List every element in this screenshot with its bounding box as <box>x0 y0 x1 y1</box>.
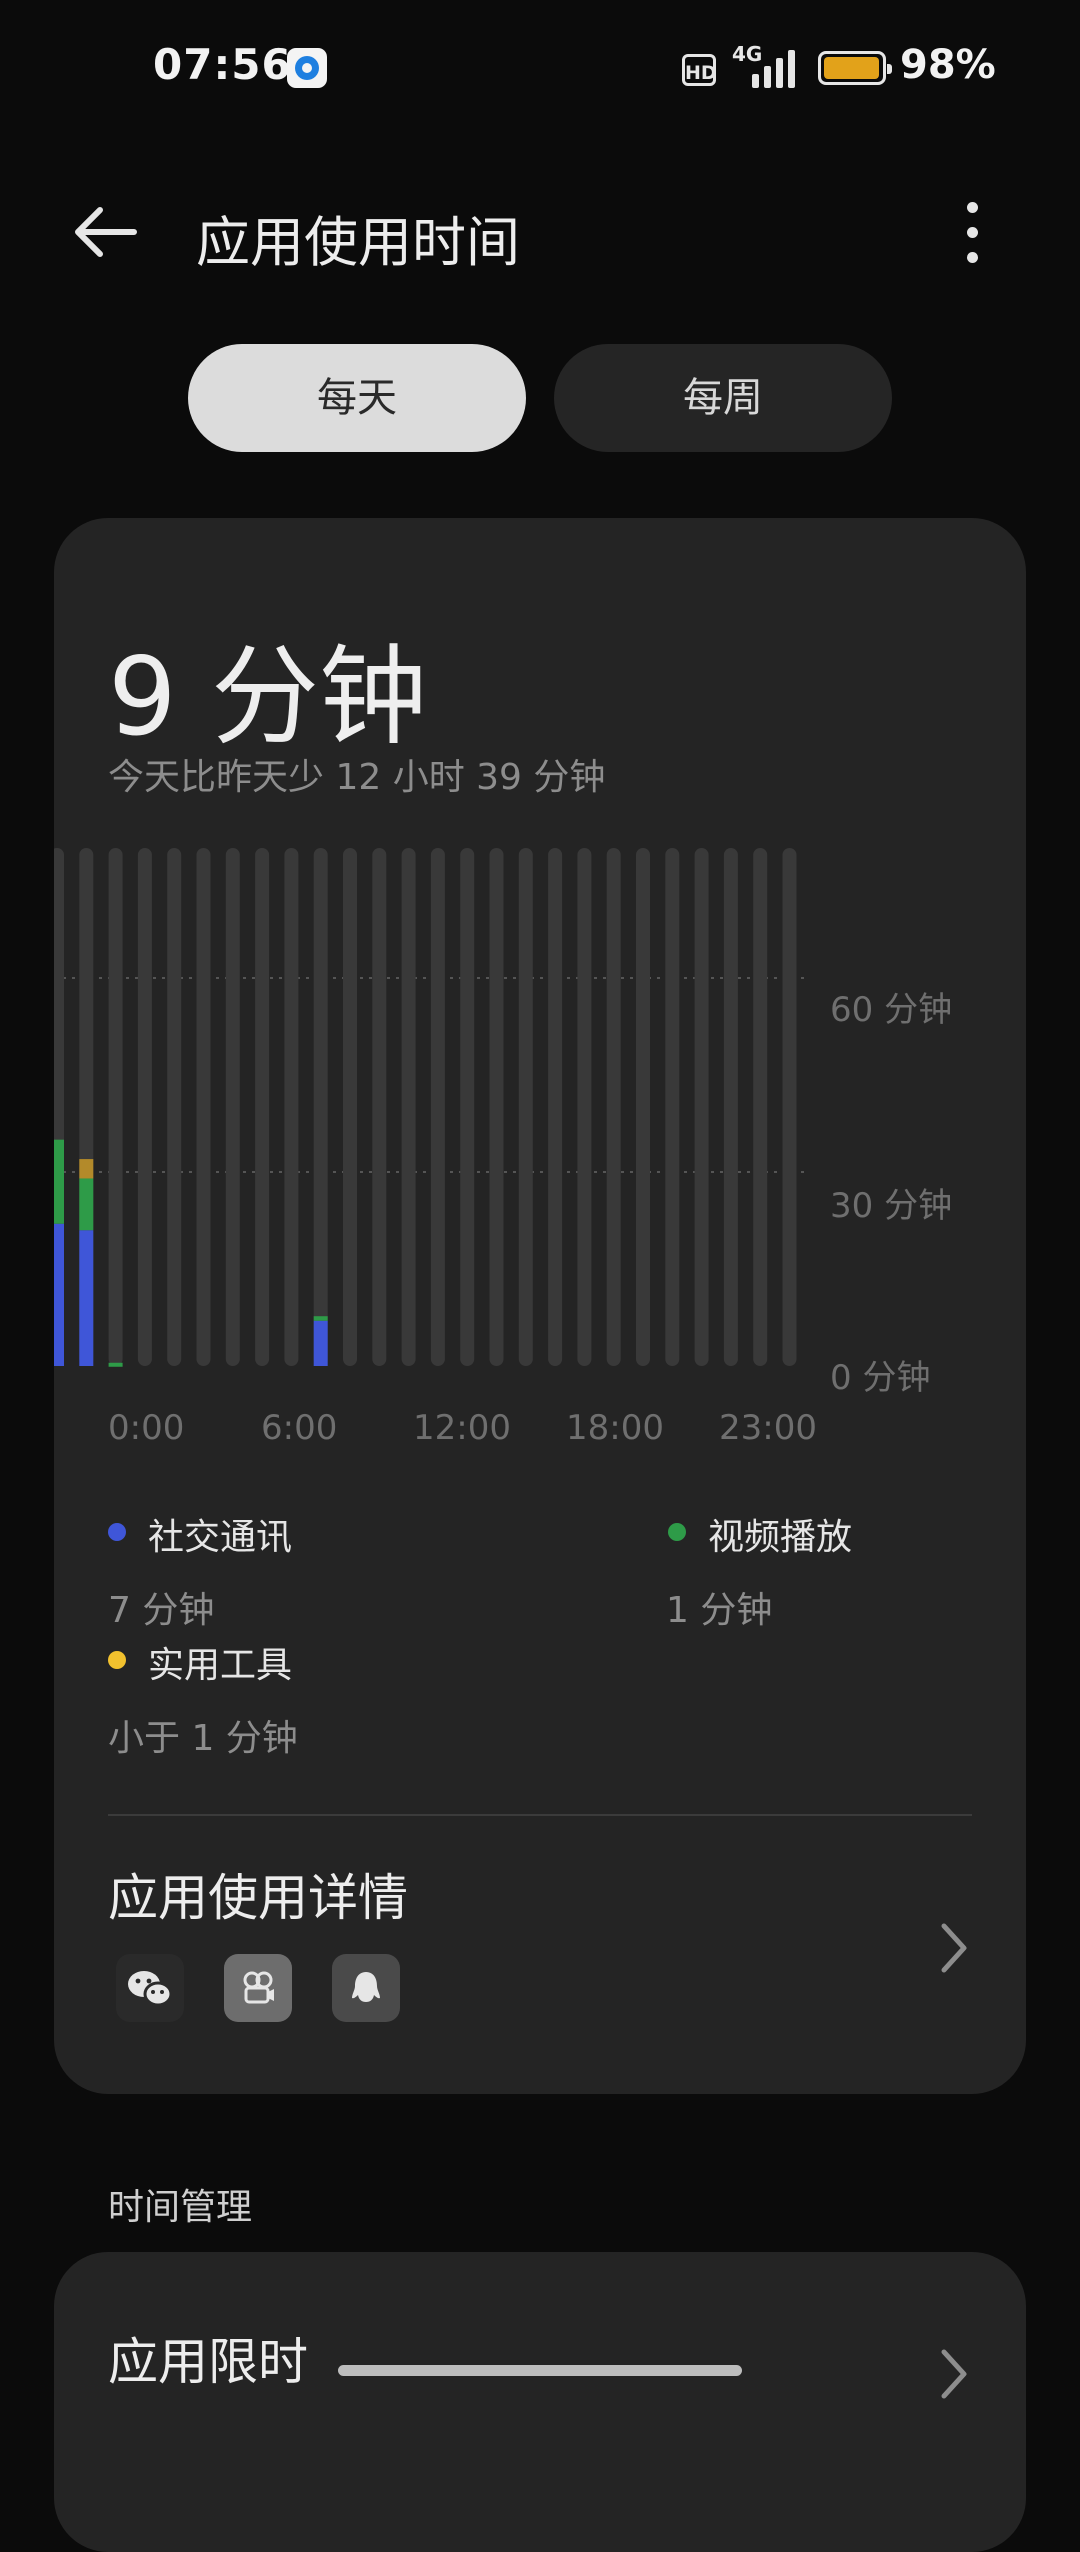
x-tick-label: 0:00 <box>108 1408 185 1448</box>
total-usage-time: 9 分钟 <box>108 635 428 760</box>
bar-track <box>723 848 738 1366</box>
bar-track <box>753 848 768 1366</box>
bar-segment[interactable] <box>54 1223 64 1366</box>
bar-track <box>255 848 270 1366</box>
legend-label-tools: 实用工具 <box>148 1645 293 1686</box>
time-management-section-label: 时间管理 <box>108 2187 253 2228</box>
app-time-limit-card[interactable]: 应用限时 <box>54 2252 1026 2552</box>
more-options-button[interactable] <box>950 200 994 264</box>
app-usage-details-chevron[interactable] <box>934 1918 974 1978</box>
y-tick-label: 30 分钟 <box>830 1186 953 1226</box>
chevron-right-icon <box>941 2349 967 2399</box>
bar-segment[interactable] <box>313 1316 328 1321</box>
bar-track <box>196 848 211 1366</box>
status-bar: 07:56 HD 4G 98% <box>0 0 1080 140</box>
bar-segment[interactable] <box>79 1230 94 1366</box>
page-title: 应用使用时间 <box>196 211 520 274</box>
legend-dot-social <box>108 1523 126 1541</box>
x-tick-label: 23:00 <box>719 1408 817 1448</box>
bar-track <box>489 848 504 1366</box>
x-tick-label: 18:00 <box>566 1408 664 1448</box>
app-usage-details-title[interactable]: 应用使用详情 <box>108 1858 408 1930</box>
app-time-limit-title: 应用限时 <box>108 2333 308 2391</box>
bar-track <box>137 848 152 1366</box>
tab-weekly[interactable]: 每周 <box>554 344 892 452</box>
x-tick-label: 6:00 <box>261 1408 338 1448</box>
tab-daily[interactable]: 每天 <box>188 344 526 452</box>
bar-track <box>460 848 475 1366</box>
legend-dot-video <box>668 1523 686 1541</box>
bar-segment[interactable] <box>313 1320 328 1366</box>
bar-track <box>548 848 563 1366</box>
bar-track <box>343 848 357 1366</box>
bar-track <box>430 848 445 1366</box>
arrow-left-icon <box>75 207 137 257</box>
bar-track <box>782 848 797 1366</box>
chevron-right-icon <box>941 1923 967 1973</box>
bar-track <box>606 848 621 1366</box>
notification-app-icon <box>287 48 327 88</box>
bar-track <box>225 848 240 1366</box>
bar-track <box>401 848 416 1366</box>
legend-value-social: 7 分钟 <box>108 1590 215 1631</box>
bar-track <box>313 848 328 1366</box>
legend-label-social: 社交通讯 <box>148 1517 293 1558</box>
top-app-bar: 应用使用时间 <box>0 180 1080 280</box>
battery-icon <box>818 51 892 85</box>
bar-track <box>108 848 123 1366</box>
signal-strength-icon <box>752 50 798 88</box>
bar-track <box>372 848 387 1366</box>
back-button[interactable] <box>70 204 140 260</box>
bar-segment[interactable] <box>79 1178 94 1231</box>
legend-dot-tools <box>108 1651 126 1669</box>
bar-track <box>694 848 709 1366</box>
qq-icon[interactable] <box>332 1954 400 2022</box>
status-time: 07:56 <box>153 40 292 89</box>
bar-track <box>577 848 592 1366</box>
wechat-icon[interactable] <box>116 1954 184 2022</box>
legend-label-video: 视频播放 <box>708 1517 853 1558</box>
usage-comparison-text: 今天比昨天少 12 小时 39 分钟 <box>108 757 606 798</box>
bar-track <box>665 848 680 1366</box>
app-time-limit-chevron <box>934 2344 974 2404</box>
bar-track <box>167 848 182 1366</box>
usage-summary-card: 9 分钟 今天比昨天少 12 小时 39 分钟 60 分钟 30 分钟 0 分钟… <box>54 518 1026 2094</box>
y-tick-label: 60 分钟 <box>830 990 953 1030</box>
x-tick-label: 12:00 <box>413 1408 511 1448</box>
bar-segment[interactable] <box>79 1159 94 1179</box>
home-indicator[interactable] <box>338 2365 742 2376</box>
hourly-usage-chart[interactable]: 60 分钟 30 分钟 0 分钟 0:00 6:00 12:00 18:00 2… <box>54 848 1026 1468</box>
bar-segment[interactable] <box>54 1139 64 1224</box>
y-tick-label: 0 分钟 <box>830 1358 931 1398</box>
video-app-icon[interactable] <box>224 1954 292 2022</box>
bar-segment[interactable] <box>108 1362 123 1367</box>
legend-value-video: 1 分钟 <box>666 1590 773 1631</box>
bar-track <box>284 848 299 1366</box>
hd-voice-icon: HD <box>682 54 717 86</box>
bar-track <box>518 848 533 1366</box>
bar-track <box>636 848 650 1366</box>
legend-value-tools: 小于 1 分钟 <box>108 1718 298 1759</box>
battery-percentage: 98% <box>900 42 996 88</box>
more-vertical-icon <box>967 202 978 213</box>
divider <box>108 1814 972 1816</box>
